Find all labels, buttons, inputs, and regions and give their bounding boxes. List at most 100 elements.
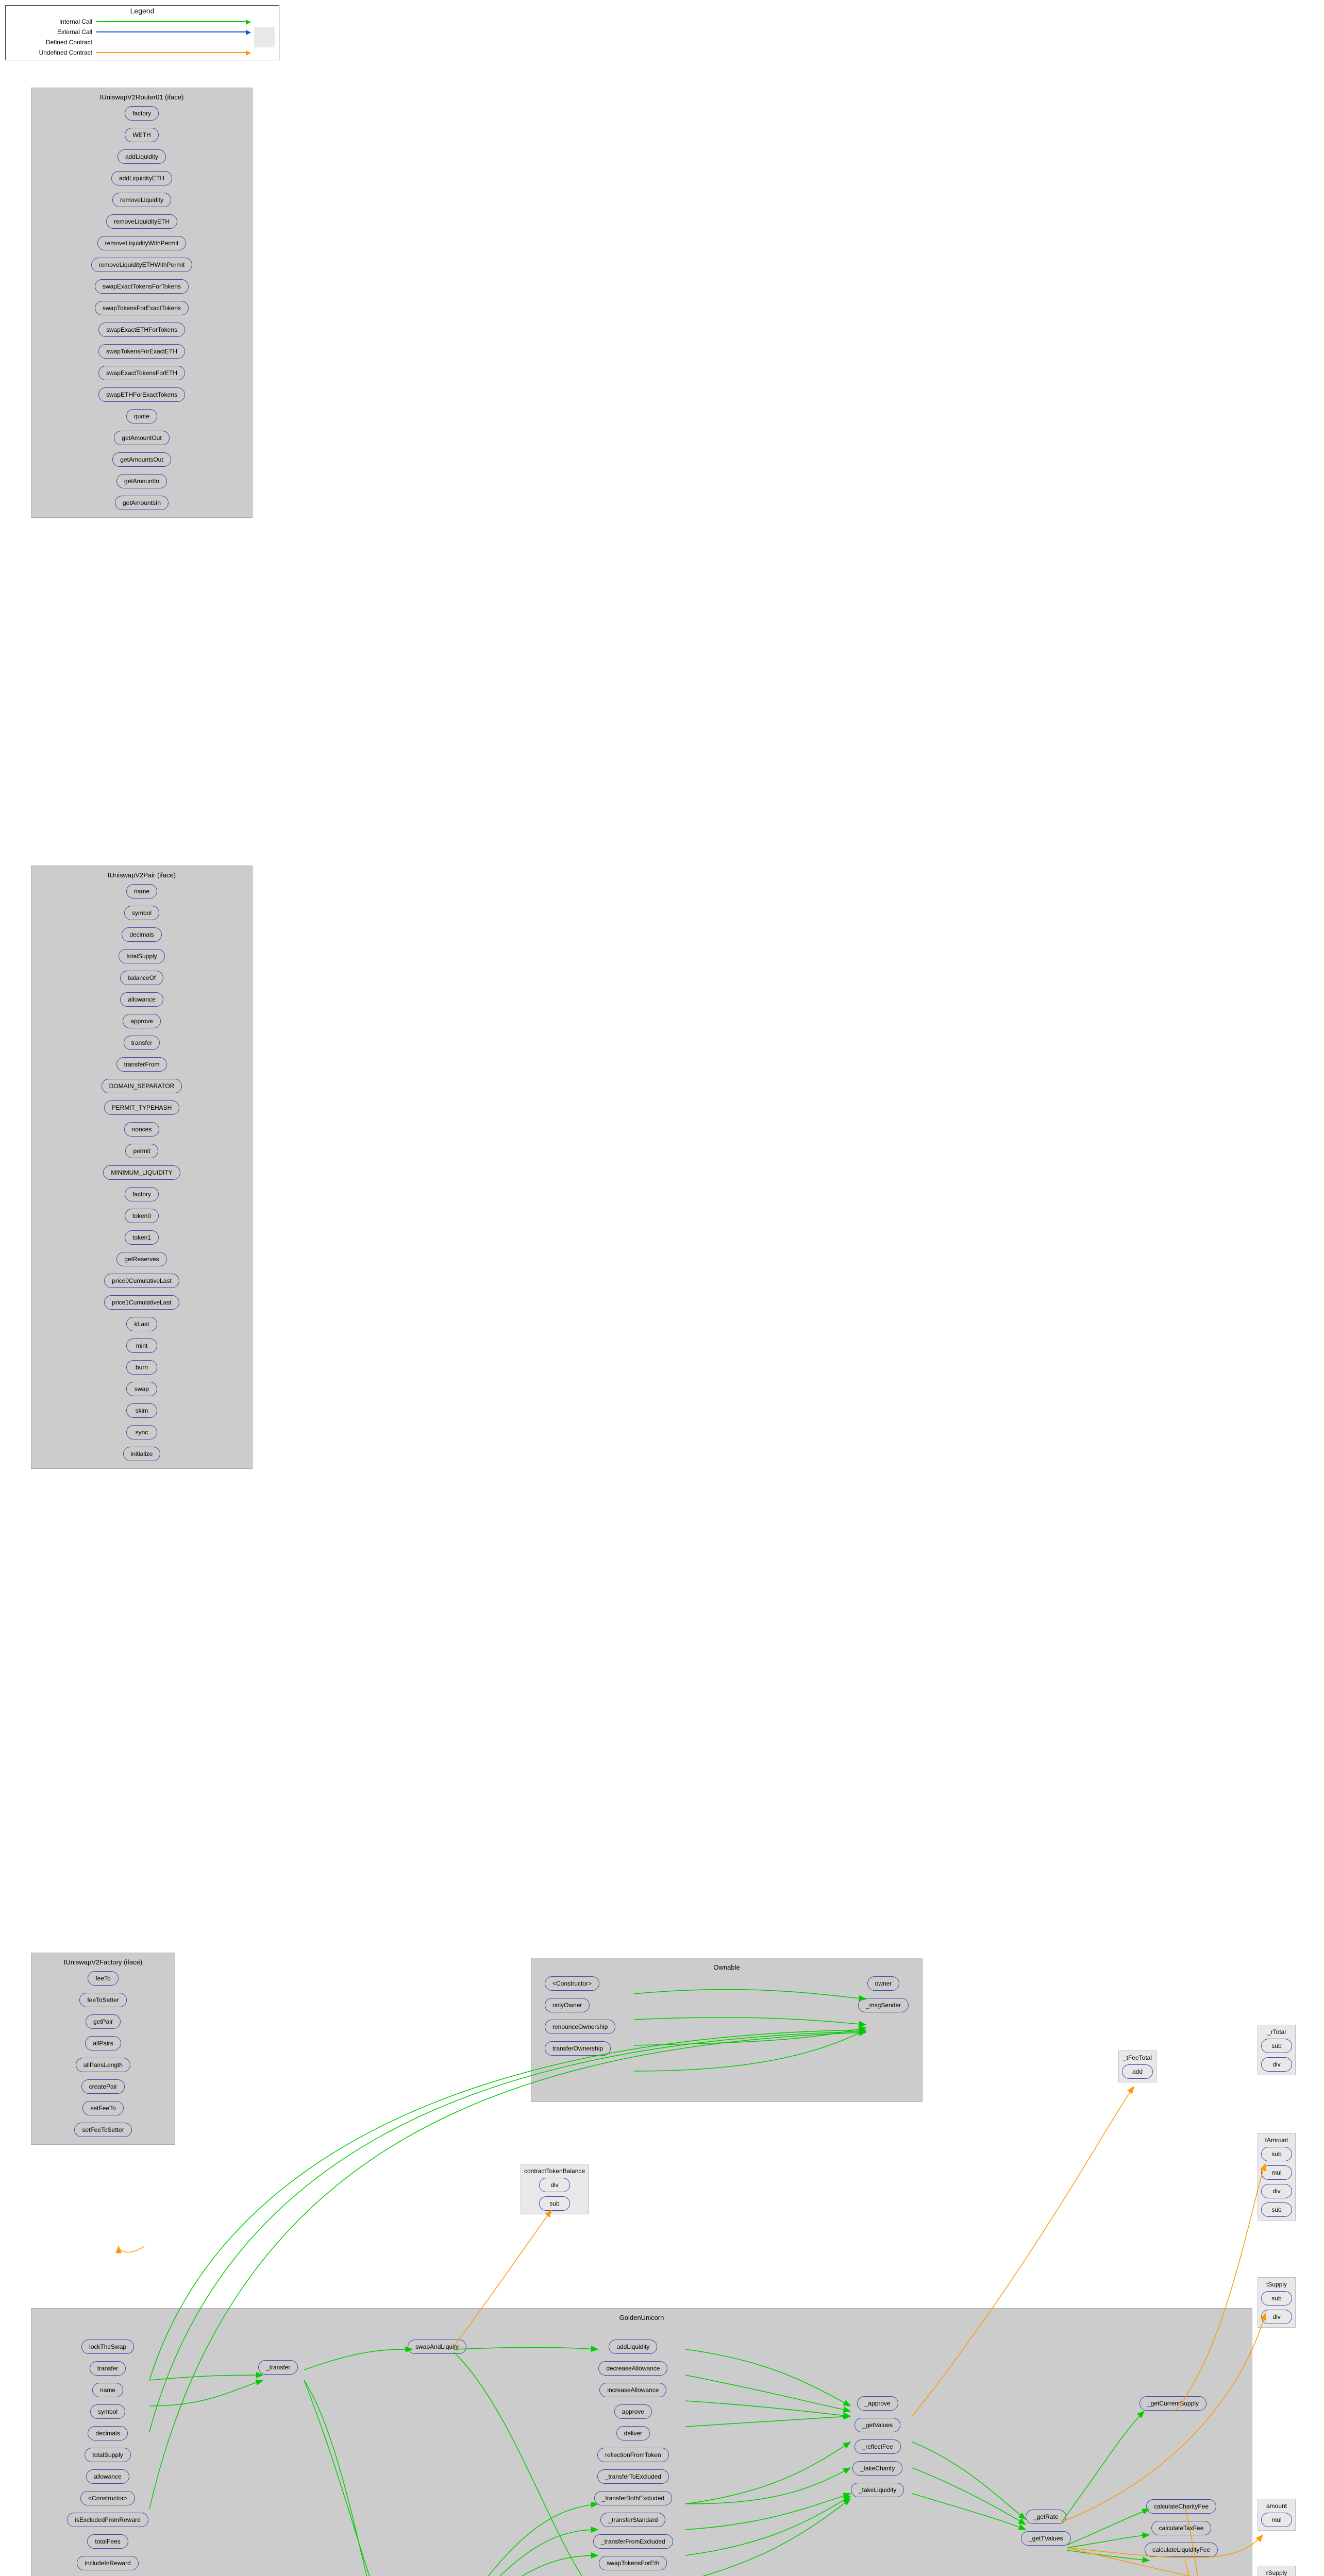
- factory-node-getpair: getPair: [86, 2014, 121, 2029]
- legend-title: Legend: [6, 6, 279, 16]
- ownable-node--constructor-: <Constructor>: [545, 1976, 599, 1991]
- golden-node-includeinreward: includeInReward: [77, 2556, 138, 2570]
- cluster-ownable: Ownable <Constructor>onlyOwnerrenounceOw…: [531, 1958, 923, 2102]
- mini-rsupply-title: rSupply: [1261, 2569, 1292, 2576]
- cluster-pair: IUniswapV2Pair (iface) namesymboldecimal…: [31, 866, 253, 1469]
- pair-node-price1cumulativelast: price1CumulativeLast: [104, 1295, 179, 1310]
- mini-tamount-nodes: submuldivsub: [1261, 2147, 1292, 2217]
- golden-node-swapandliquify: swapAndLiquify: [408, 2340, 466, 2354]
- legend-body: Internal Call External Call Defined Cont…: [6, 16, 279, 58]
- mini-tSupply-node-sub: sub: [1261, 2291, 1292, 2306]
- golden-node-approve: approve: [614, 2404, 652, 2419]
- pair-node-initialize: initialize: [123, 1447, 161, 1461]
- mini-rtotal2-nodes: subdiv: [1261, 2039, 1292, 2072]
- router01-node-getamountin: getAmountIn: [116, 474, 167, 488]
- pair-node-symbol: symbol: [124, 906, 159, 920]
- mini-tamount-title: tAmount: [1261, 2137, 1292, 2147]
- pair-node-swap: swap: [126, 1382, 157, 1396]
- legend-label-2: Defined Contract: [10, 39, 92, 46]
- pair-node-minimum-liquidity: MINIMUM_LIQUIDITY: [103, 1165, 180, 1180]
- nodes-golden-top: swapAndLiquify: [408, 2340, 466, 2354]
- nodes-golden-b-top: _transfer: [258, 2360, 298, 2375]
- pair-node-permit: permit: [125, 1144, 158, 1158]
- golden-node--takeliquidity: _takeLiquidity: [851, 2483, 904, 2497]
- mini-tamount: tAmount submuldivsub: [1258, 2133, 1296, 2221]
- golden-node-isexcludedfromreward: isExcludedFromReward: [67, 2513, 148, 2527]
- nodes-golden-a: lockTheSwaptransfernamesymboldecimalstot…: [62, 2340, 153, 2576]
- golden-node-locktheswap: lockTheSwap: [81, 2340, 134, 2354]
- legend-arrow-blue: [96, 31, 249, 32]
- mini-tsupply-title: tSupply: [1261, 2281, 1292, 2291]
- nodes-ownable-right: owner _msgSender: [858, 1976, 909, 2056]
- pair-node-decimals: decimals: [122, 927, 161, 942]
- mini-contractTokenBal-node-sub: sub: [539, 2196, 570, 2211]
- mini-rtotal2-title: _rTotal: [1261, 2028, 1292, 2039]
- golden-node--transferstandard: _transferStandard: [600, 2513, 665, 2527]
- cluster-router01: IUniswapV2Router01 (iface) factoryWETHad…: [31, 88, 253, 518]
- nodes-golden-e-top: _getCurrentSupply: [1139, 2396, 1206, 2411]
- mini-tAmount-node-div: div: [1261, 2184, 1292, 2198]
- cluster-ownable-title: Ownable: [534, 1961, 919, 1976]
- cluster-factory-title: IUniswapV2Factory (iface): [35, 1956, 172, 1971]
- pair-node-nonces: nonces: [124, 1122, 160, 1137]
- pair-node-sync: sync: [126, 1425, 157, 1439]
- legend-row-0: Internal Call: [10, 18, 249, 25]
- mini-amount-title: amount: [1261, 2502, 1292, 2513]
- ownable-node-renounceownership: renounceOwnership: [545, 2020, 615, 2034]
- router01-node-quote: quote: [126, 409, 157, 423]
- legend-label-0: Internal Call: [10, 18, 92, 25]
- cluster-golden-title: GoldenUnicorn: [35, 2312, 1249, 2327]
- legend: Legend Internal Call External Call Defin…: [5, 5, 279, 60]
- nodes-factory: feeTo feeToSetter getPair allPairs allPairsL…: [35, 1971, 172, 2137]
- router01-node-swapethforexacttokens: swapETHForExactTokens: [98, 387, 185, 402]
- pair-node-approve: approve: [123, 1014, 160, 1028]
- nodes-golden-e: _getRate_getTValues: [1021, 2510, 1071, 2546]
- golden-node-increaseallowance: increaseAllowance: [599, 2383, 666, 2397]
- golden-node--getrate: _getRate: [1026, 2510, 1066, 2524]
- pair-node-mint: mint: [126, 1338, 157, 1353]
- ownable-node-owner: owner: [867, 1976, 900, 1991]
- legend-label-1: External Call: [10, 28, 92, 36]
- golden-node--transferfromexcluded: _transferFromExcluded: [593, 2534, 673, 2549]
- golden-node--getvalues: _getValues: [854, 2418, 900, 2432]
- router01-node-weth: WETH: [125, 128, 158, 142]
- nodes-golden-d: _approve_getValues_reflectFee_takeCharit…: [851, 2396, 904, 2497]
- pair-node-totalsupply: totalSupply: [119, 949, 164, 963]
- ownable-node--msgsender: _msgSender: [858, 1998, 909, 2012]
- nodes-ownable-left: <Constructor>onlyOwnerrenounceOwnershipt…: [545, 1976, 615, 2056]
- pair-node-transfer: transfer: [124, 1036, 160, 1050]
- mini-tAmount-node-sub: sub: [1261, 2147, 1292, 2161]
- factory-node-feetosetter: feeToSetter: [79, 1993, 126, 2007]
- factory-node-createpair: createPair: [81, 2079, 125, 2094]
- router01-node-removeliquidityethwithpermit: removeLiquidityETHWithPermit: [91, 258, 193, 272]
- cluster-factory: IUniswapV2Factory (iface) feeTo feeToSett…: [31, 1953, 175, 2145]
- golden-node-totalsupply: totalSupply: [85, 2448, 130, 2462]
- golden-node-transfer: transfer: [90, 2361, 126, 2376]
- mini-amount-nodes: mul: [1261, 2513, 1292, 2527]
- legend-lines: Internal Call External Call Defined Cont…: [10, 18, 249, 56]
- pair-node-price0cumulativelast: price0CumulativeLast: [104, 1274, 179, 1288]
- factory-node-feeto: feeTo: [88, 1971, 119, 1986]
- golden-node-totalfees: totalFees: [87, 2534, 128, 2549]
- factory-node-allpairs: allPairs: [85, 2036, 121, 2050]
- mini-tfeetotal-nodes: add: [1122, 2064, 1153, 2079]
- router01-node-getamountsin: getAmountsIn: [115, 496, 169, 510]
- golden-node-reflectionfromtoken: reflectionFromToken: [597, 2448, 669, 2462]
- mini-tAmount-node-sub: sub: [1261, 2202, 1292, 2217]
- mini-ctb-title: contractTokenBalance: [524, 2167, 585, 2178]
- pair-node-transferfrom: transferFrom: [116, 1057, 167, 1072]
- router01-node-removeliquiditywithpermit: removeLiquidityWithPermit: [97, 236, 187, 250]
- nodes-golden-c: addLiquiditydecreaseAllowanceincreaseAll…: [593, 2340, 673, 2576]
- mini-contractTokenBal-node-div: div: [539, 2178, 570, 2192]
- mini-amount-node-mul: mul: [1261, 2513, 1292, 2527]
- cluster-router01-title: IUniswapV2Router01 (iface): [35, 91, 249, 106]
- mini-amount: amount mul: [1258, 2499, 1296, 2531]
- mini-ctb-nodes: div sub: [524, 2178, 585, 2211]
- mini-rtotal2: _rTotal subdiv: [1258, 2025, 1296, 2075]
- factory-node-allpairslength: allPairsLength: [76, 2058, 130, 2072]
- legend-arrow-green: [96, 21, 249, 22]
- pair-node-permit-typehash: PERMIT_TYPEHASH: [104, 1100, 180, 1115]
- golden-node-addliquidity: addLiquidity: [609, 2340, 657, 2354]
- legend-contract-box-icon: [254, 27, 275, 47]
- golden-node-calculatetaxfee: calculateTaxFee: [1151, 2521, 1212, 2535]
